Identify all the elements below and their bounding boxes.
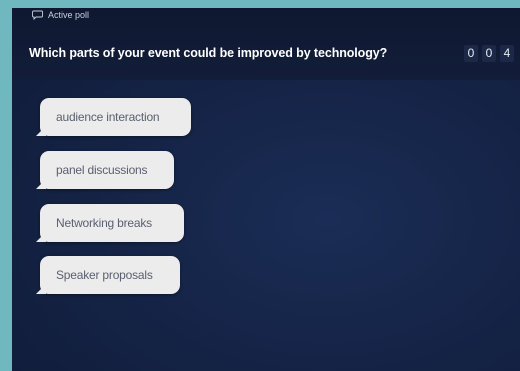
active-poll-indicator: Active poll <box>32 10 89 20</box>
response-bubble: Speaker proposals <box>36 256 180 294</box>
response-bubble: Networking breaks <box>36 204 184 242</box>
poll-header: Active poll Which parts of your event co… <box>12 8 520 80</box>
chat-bubble-icon <box>32 10 43 20</box>
counter-digit: 4 <box>500 45 514 62</box>
poll-question: Which parts of your event could be impro… <box>29 46 388 60</box>
counter-digit: 0 <box>482 45 496 62</box>
poll-screen: Active poll Which parts of your event co… <box>12 8 520 371</box>
response-counter: 0 0 4 <box>464 45 514 62</box>
response-bubble: panel discussions <box>36 151 174 189</box>
counter-digit: 0 <box>464 45 478 62</box>
active-poll-label: Active poll <box>48 10 90 20</box>
response-bubble: audience interaction <box>36 98 191 136</box>
